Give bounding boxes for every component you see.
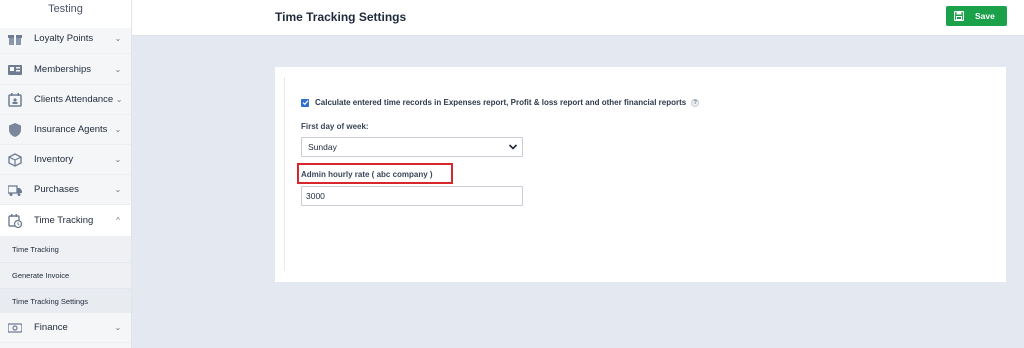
chevron-down-icon: ⌄ [114,155,122,164]
money-icon [8,321,22,335]
sidebar-item-label: Time Tracking [34,215,94,226]
financial-reports-checkbox-row[interactable]: Calculate entered time records in Expens… [301,98,700,107]
save-button[interactable]: Save [946,6,1007,26]
admin-hourly-rate-input[interactable] [301,186,523,206]
sidebar-item-label: Clients Attendance [34,94,114,105]
sidebar-item-label: Memberships [34,64,92,75]
settings-card: Calculate entered time records in Expens… [275,67,1006,282]
admin-hourly-rate-label: Admin hourly rate ( abc company ) [301,170,433,179]
sidebar-item-label: Loyalty Points [34,33,94,44]
sidebar-subitem-time-tracking[interactable]: Time Tracking [0,237,131,263]
sidebar: Loyalty Points ⌄ Testing Memberships ⌄ C… [0,0,132,348]
financial-reports-checkbox-label: Calculate entered time records in Expens… [315,98,687,107]
chevron-down-icon: ⌄ [114,323,122,332]
sidebar-item-time-tracking[interactable]: Time Tracking ^ [0,205,131,237]
page-title: Time Tracking Settings [275,10,407,24]
chevron-down-icon: ⌄ [114,125,122,134]
shield-icon [8,122,22,137]
sidebar-item-insurance-agents[interactable]: Insurance Agents ⌄ [0,115,131,145]
box-icon [8,152,22,167]
page-header: Time Tracking Settings Save [132,0,1024,36]
calendar-clock-icon [8,213,22,228]
chevron-down-icon: ⌄ [114,34,122,43]
sidebar-item-label: Inventory [34,154,74,165]
sidebar-item-purchases[interactable]: Purchases ⌄ [0,175,131,205]
sidebar-item-clients-attendance[interactable]: Clients Attendance ⌄ [0,85,131,115]
chevron-down-icon: ⌄ [114,185,122,194]
id-card-icon [8,63,22,77]
save-button-label: Save [975,11,995,21]
first-day-of-week-select[interactable]: Sunday [301,137,523,157]
sidebar-subitem-generate-invoice[interactable]: Generate Invoice [0,263,131,289]
truck-icon [8,183,22,197]
financial-reports-checkbox[interactable] [301,98,309,107]
sidebar-item-loyalty-points[interactable]: Loyalty Points ⌄ [0,24,131,54]
sidebar-item-label: Insurance Agents [34,124,108,135]
sidebar-item-memberships[interactable]: Memberships ⌄ [0,55,131,85]
sidebar-subitem-time-tracking-settings[interactable]: Time Tracking Settings [0,289,131,315]
divider [284,77,285,271]
first-day-of-week-value: Sunday [308,142,337,152]
sidebar-item-inventory[interactable]: Inventory ⌄ [0,145,131,175]
chevron-up-icon: ^ [116,216,120,225]
floppy-disk-icon [954,11,964,21]
chevron-down-icon [508,142,518,152]
chevron-down-icon: ⌄ [115,95,123,104]
help-icon[interactable]: ? [691,98,700,107]
sidebar-item-label: Finance [34,322,68,333]
gift-icon [8,32,22,46]
calendar-user-icon [8,92,22,107]
app-title: Testing [0,0,131,28]
sidebar-item-finance[interactable]: Finance ⌄ [0,313,131,343]
sidebar-item-label: Purchases [34,184,79,195]
chevron-down-icon: ⌄ [114,65,122,74]
first-day-of-week-label: First day of week: [301,122,369,131]
